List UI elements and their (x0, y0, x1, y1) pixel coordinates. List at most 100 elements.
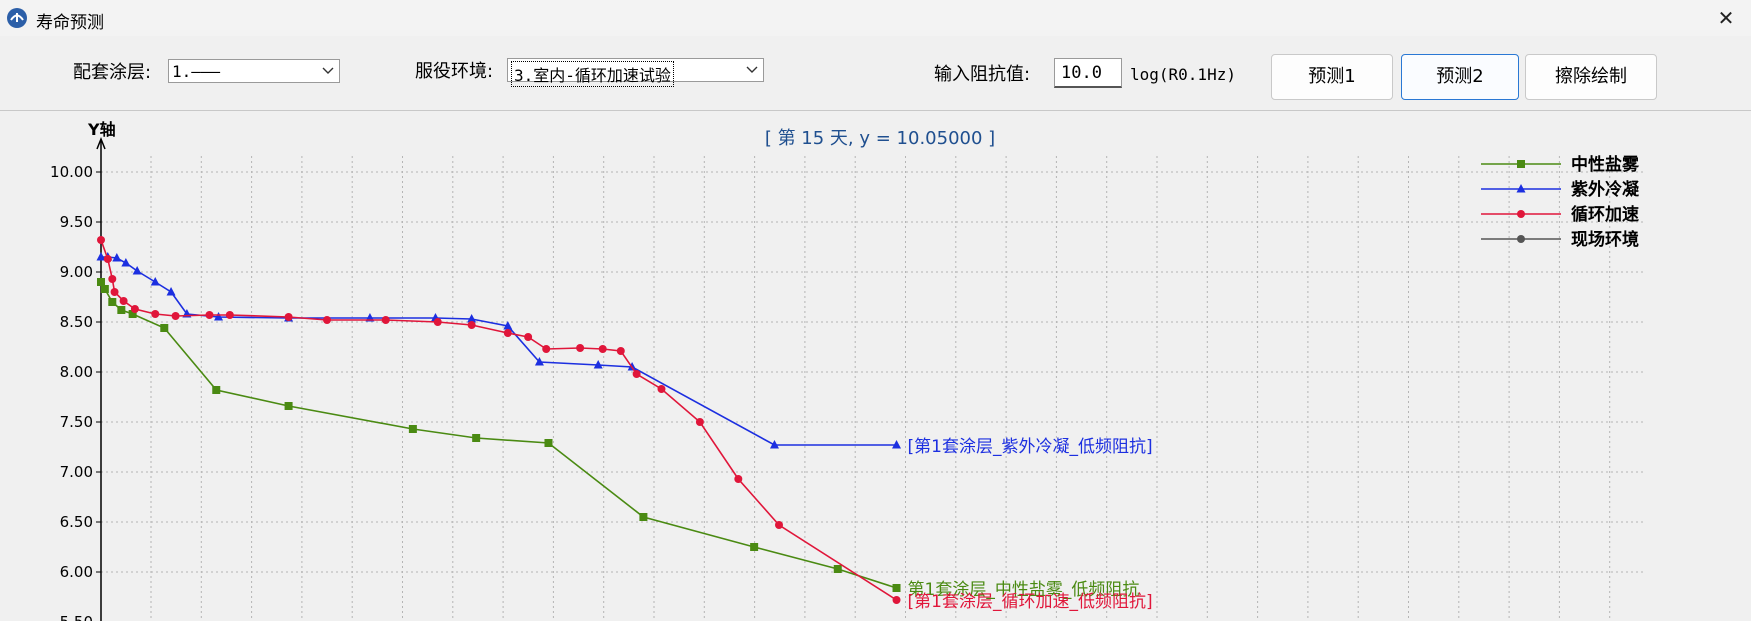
data-point (639, 513, 648, 521)
data-point (225, 311, 234, 319)
data-point (205, 311, 214, 319)
series-end-label: [第1套涂层_循环加速_低频阻抗] (908, 592, 1153, 612)
data-point (598, 345, 607, 353)
data-point (103, 255, 112, 263)
data-point (212, 386, 221, 394)
data-point (657, 385, 666, 393)
legend-item: 现场环境 (1481, 229, 1639, 250)
legend-label: 中性盐雾 (1571, 154, 1640, 175)
y-tick-label: 8.50 (60, 313, 93, 331)
data-point (150, 277, 160, 286)
series-line (100, 281, 897, 589)
coating-label: 配套涂层: (73, 62, 152, 83)
y-tick-label: 6.50 (60, 513, 93, 531)
impedance-unit: log(R0.1Hz) (1130, 65, 1236, 84)
data-point (97, 278, 105, 286)
legend-label: 现场环境 (1571, 229, 1639, 250)
life-prediction-chart[interactable]: 10.00 9.50 9.00 8.50 8.00 7.50 7.00 6.50 6.00 5.5… (0, 111, 1751, 621)
close-icon[interactable]: ✕ (1711, 4, 1741, 32)
data-point (544, 439, 553, 447)
legend: 中性盐雾紫外冷凝循环加速现场环境 (1481, 154, 1640, 250)
data-point (576, 344, 585, 352)
data-point (775, 521, 783, 529)
data-point (1517, 160, 1525, 168)
y-tick-label: 7.00 (60, 463, 93, 481)
chevron-down-icon (746, 66, 758, 73)
data-point (503, 329, 512, 337)
series-layer (96, 236, 902, 604)
data-point (524, 333, 533, 341)
y-tick-label: 5.50 (60, 613, 93, 621)
data-point (323, 316, 331, 324)
series-line (101, 256, 897, 446)
env-label: 服役环境: (415, 61, 494, 82)
chart-svg[interactable]: 10.00 9.50 9.00 8.50 8.00 7.50 7.00 6.50 6.00 5.5… (0, 111, 1751, 621)
data-point (408, 425, 417, 433)
impedance-label: 输入阻抗值: (934, 64, 1031, 85)
data-point (171, 312, 180, 320)
env-select-value: 3.室内-循环加速试验 (511, 61, 674, 87)
data-point (132, 266, 142, 275)
data-point (1517, 210, 1525, 218)
data-point (632, 370, 641, 378)
data-point (381, 316, 390, 324)
legend-label: 循环加速 (1571, 204, 1639, 225)
data-point (695, 418, 704, 426)
toolbar: 配套涂层: 1.——— 服役环境: 3.室内-循环加速试验 输入阻抗值: 10.… (0, 36, 1751, 111)
legend-item: 循环加速 (1481, 204, 1639, 225)
data-point (284, 402, 293, 410)
data-point (110, 288, 119, 296)
series-循环加速 (97, 236, 901, 604)
y-tick-label: 9.50 (60, 213, 93, 231)
y-tick-label: 8.00 (60, 363, 93, 381)
data-point (472, 434, 481, 442)
axis-layer: 10.00 9.50 9.00 8.50 8.00 7.50 7.00 6.50 6.00 5.5… (50, 136, 106, 621)
data-point (108, 298, 117, 306)
data-point (542, 345, 551, 353)
data-point (892, 584, 901, 592)
series-中性盐雾 (97, 278, 901, 592)
cursor-status-text: [ 第 15 天, y = 10.05000 ] (765, 128, 995, 149)
env-select[interactable]: 3.室内-循环加速试验 (507, 58, 764, 87)
impedance-input[interactable]: 10.0 (1054, 58, 1122, 88)
data-point (160, 324, 169, 332)
data-point (284, 313, 293, 321)
data-point (467, 321, 476, 329)
data-point (166, 287, 176, 296)
data-point (130, 305, 139, 313)
data-point (734, 475, 743, 483)
data-point (119, 297, 128, 305)
data-point (100, 285, 109, 293)
data-point (121, 258, 131, 267)
data-point (616, 347, 625, 355)
data-point (750, 543, 759, 551)
data-point (1517, 235, 1525, 243)
legend-item: 中性盐雾 (1481, 154, 1640, 175)
grid-layer (101, 156, 1645, 621)
y-tick-label: 10.00 (50, 163, 93, 181)
data-point (833, 565, 842, 573)
y-tick-label: 9.00 (60, 263, 93, 281)
data-point (433, 318, 442, 326)
data-point (97, 236, 105, 244)
coating-select[interactable]: 1.——— (168, 59, 340, 83)
app-logo-icon (7, 8, 27, 28)
legend-label: 紫外冷凝 (1571, 179, 1640, 200)
series-end-label: [第1套涂层_紫外冷凝_低频阻抗] (908, 437, 1153, 457)
predict2-button[interactable]: 预测2 (1401, 54, 1519, 100)
data-point (108, 275, 117, 283)
series-紫外冷凝 (96, 252, 902, 449)
title-bar: 寿命预测 ✕ (0, 0, 1751, 36)
data-point (151, 310, 160, 318)
y-tick-label: 6.00 (60, 563, 93, 581)
y-axis-label: Y轴 (87, 120, 116, 139)
predict1-button[interactable]: 预测1 (1271, 54, 1393, 100)
data-point (892, 596, 901, 604)
series-line (100, 239, 897, 601)
erase-button[interactable]: 擦除绘制 (1525, 54, 1657, 100)
y-tick-label: 7.50 (60, 413, 93, 431)
data-point (117, 306, 126, 314)
annotation-layer: [第1套涂层_紫外冷凝_低频阻抗]第1套涂层_中性盐雾_低频阻抗[第1套涂层_循… (908, 437, 1153, 612)
legend-item: 紫外冷凝 (1481, 179, 1640, 200)
coating-select-value: 1.——— (172, 62, 221, 81)
